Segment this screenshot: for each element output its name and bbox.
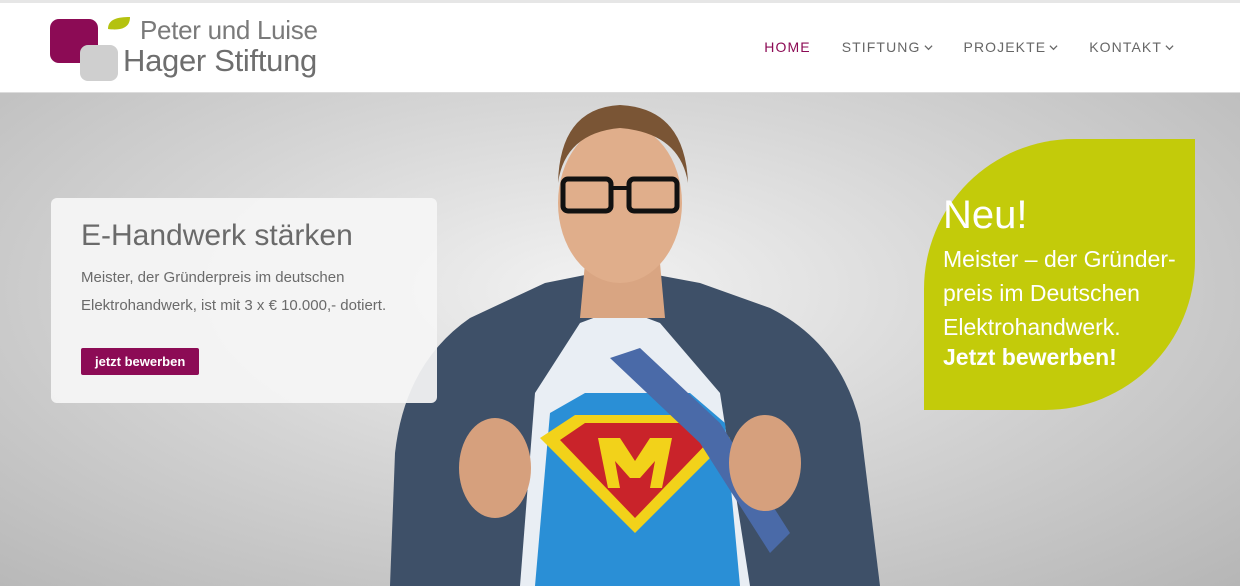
nav-projekte[interactable]: PROJEKTE xyxy=(964,39,1059,55)
nav-kontakt[interactable]: KONTAKT xyxy=(1089,39,1174,55)
leaf-headline: Neu! xyxy=(943,193,1028,237)
promo-card-title: E-Handwerk stärken xyxy=(81,219,353,252)
hero-banner: E-Handwerk stärken Meister, der Gründerp… xyxy=(0,93,1240,586)
apply-button[interactable]: jetzt bewerben xyxy=(81,348,200,375)
site-header: Peter und Luise Hager Stiftung HOME STIF… xyxy=(0,3,1240,93)
leaf-text: Meister – der Gründer-preis im Deutschen… xyxy=(943,246,1176,340)
leaf-cta[interactable]: Jetzt bewerben! xyxy=(943,344,1117,371)
nav-home[interactable]: HOME xyxy=(764,39,810,55)
logo-mark-icon xyxy=(50,17,130,81)
nav-stiftung[interactable]: STIFTUNG xyxy=(842,39,933,55)
logo[interactable]: Peter und Luise Hager Stiftung xyxy=(50,15,330,85)
promo-card: E-Handwerk stärken Meister, der Gründerp… xyxy=(51,198,437,403)
chevron-down-icon xyxy=(923,44,933,50)
nav-home-label: HOME xyxy=(764,39,811,55)
chevron-down-icon xyxy=(1165,44,1174,50)
nav-stiftung-label: STIFTUNG xyxy=(841,39,921,55)
promo-card-text: Meister, der Gründerpreis im deutschen E… xyxy=(81,269,387,314)
logo-text-line2: Hager Stiftung xyxy=(123,43,317,78)
logo-text-line1: Peter und Luise xyxy=(140,15,318,45)
nav-projekte-label: PROJEKTE xyxy=(963,39,1047,55)
main-nav: HOME STIFTUNG PROJEKTE KONTAKT xyxy=(733,39,1174,55)
nav-kontakt-label: KONTAKT xyxy=(1089,39,1162,55)
chevron-down-icon xyxy=(1049,44,1058,50)
